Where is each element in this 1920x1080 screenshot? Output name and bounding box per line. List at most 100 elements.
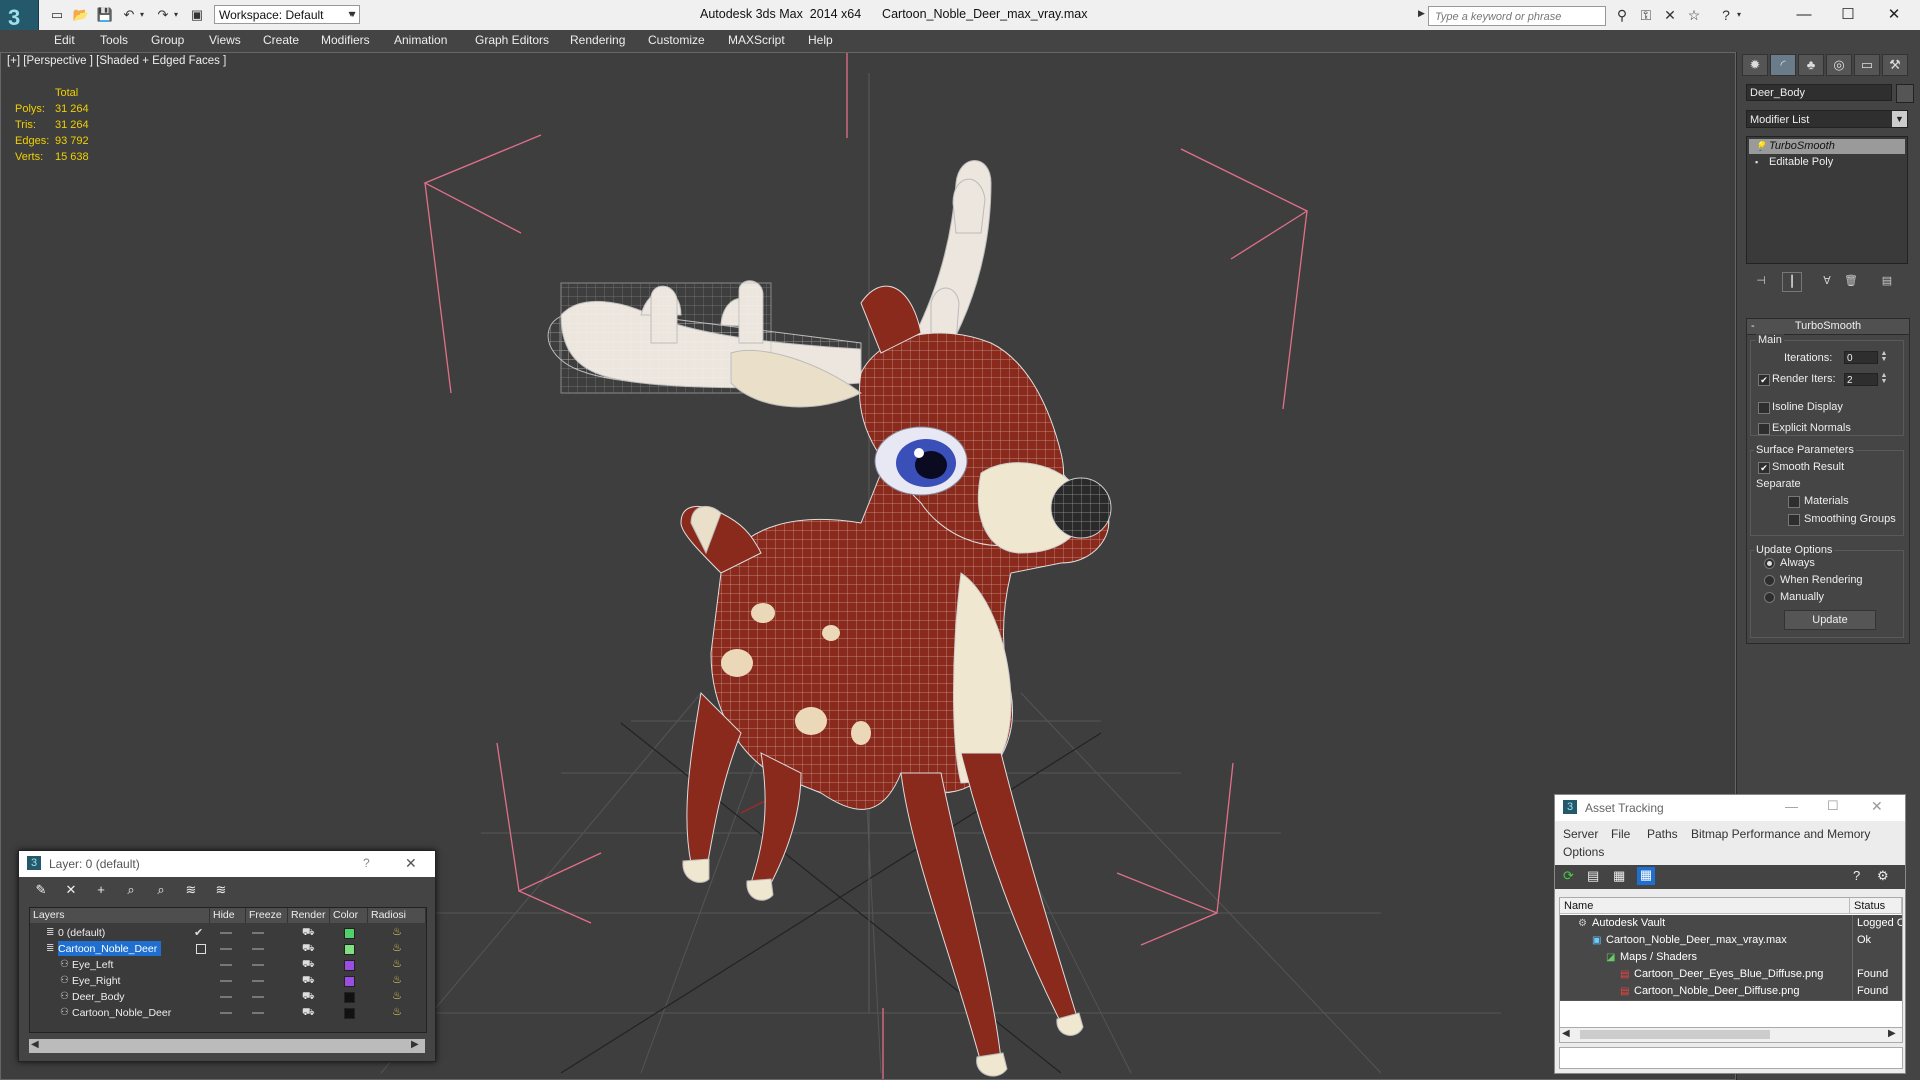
isoline-display-checkbox[interactable]	[1758, 402, 1770, 414]
column-header-freeze[interactable]: Freeze	[246, 908, 288, 923]
object-color-swatch[interactable]	[1896, 84, 1914, 103]
asset-row[interactable]: ◪ Maps / Shaders	[1560, 949, 1902, 967]
refresh-icon[interactable]: ⟳	[1563, 868, 1574, 884]
project-folder-icon[interactable]: ▣	[188, 7, 206, 23]
highlight-layer-icon[interactable]: ⌕	[151, 882, 171, 898]
hide-toggle[interactable]	[220, 932, 232, 934]
help-button[interactable]: ?	[363, 856, 370, 870]
scroll-right-icon[interactable]: ▶	[1888, 1028, 1896, 1039]
open-file-icon[interactable]: 📂	[72, 7, 90, 23]
redo-icon[interactable]: ↷	[154, 7, 172, 23]
freeze-toggle[interactable]	[252, 980, 264, 982]
pin-stack-icon[interactable]: ⊣	[1752, 272, 1770, 290]
undo-icon[interactable]: ↶	[120, 7, 138, 23]
radiosity-icon[interactable]: ♨	[390, 926, 404, 939]
render-teapot-icon[interactable]: ⛟	[302, 1005, 315, 1021]
modify-tab-icon[interactable]: ◜	[1770, 54, 1796, 76]
add-to-layer-icon[interactable]: +	[91, 882, 111, 898]
scroll-left-icon[interactable]: ◀	[1562, 1028, 1570, 1039]
hide-toggle[interactable]	[220, 948, 232, 950]
layer-row[interactable]: ⚇ Deer_Body ⛟ ♨	[30, 989, 426, 1005]
hide-toggle[interactable]	[220, 964, 232, 966]
menu-group[interactable]: Group	[151, 33, 184, 47]
menu-file[interactable]: File	[1611, 827, 1630, 841]
menu-graph-editors[interactable]: Graph Editors	[475, 33, 549, 47]
stack-item-turbosmooth[interactable]: 💡 TurboSmooth	[1749, 139, 1905, 154]
close-button[interactable]: ✕	[1872, 3, 1916, 27]
freeze-toggle[interactable]	[252, 948, 264, 950]
column-header-hide[interactable]: Hide	[210, 908, 246, 923]
menu-maxscript[interactable]: MAXScript	[728, 33, 785, 47]
show-end-result-icon[interactable]: ┃	[1782, 272, 1802, 292]
new-file-icon[interactable]: ▭	[48, 7, 66, 23]
render-teapot-icon[interactable]: ⛟	[302, 925, 315, 941]
layer-dialog-titlebar[interactable]: 3 Layer: 0 (default) ? ✕	[19, 851, 435, 878]
asset-tracking-titlebar[interactable]: 3 Asset Tracking — ☐ ✕	[1555, 795, 1905, 821]
freeze-toggle[interactable]	[252, 1012, 264, 1014]
save-file-icon[interactable]: 💾	[96, 7, 114, 23]
make-unique-icon[interactable]: ∀	[1818, 272, 1836, 290]
menu-paths[interactable]: Paths	[1647, 827, 1678, 841]
motion-tab-icon[interactable]: ◎	[1826, 54, 1852, 76]
spinner-arrows-icon[interactable]: ▲ ▼	[1880, 350, 1888, 364]
delete-layer-icon[interactable]: ✕	[61, 882, 81, 898]
menu-animation[interactable]: Animation	[394, 33, 447, 47]
lightbulb-icon[interactable]: 💡	[1755, 142, 1766, 151]
horizontal-scrollbar[interactable]: ◀ ▶	[29, 1039, 425, 1053]
maximize-button[interactable]: ☐	[1827, 798, 1839, 814]
column-header-name[interactable]: Name	[1560, 898, 1850, 914]
favorites-star-icon[interactable]: ☆	[1684, 6, 1704, 24]
menu-tools[interactable]: Tools	[100, 33, 128, 47]
configure-modifier-sets-icon[interactable]: ▤	[1878, 272, 1896, 290]
layer-name[interactable]: Deer_Body	[72, 989, 129, 1004]
current-layer-check-icon[interactable]: ✔	[194, 925, 203, 941]
layer-name[interactable]: Eye_Left	[72, 957, 117, 972]
layer-row[interactable]: ≣ Cartoon_Noble_Deer ⛟ ♨	[30, 941, 426, 957]
table-view-icon[interactable]: ▦	[1637, 867, 1655, 885]
radiosity-icon[interactable]: ♨	[390, 942, 404, 955]
hide-toggle[interactable]	[220, 980, 232, 982]
workspace-menu-icon[interactable]: ▾	[344, 7, 358, 23]
materials-checkbox[interactable]	[1788, 496, 1800, 508]
chevron-down-icon[interactable]: ▼	[1892, 111, 1907, 127]
layer-row[interactable]: ≣ 0 (default) ✔ ⛟ ♨	[30, 925, 426, 941]
asset-row[interactable]: ▤ Cartoon_Noble_Deer_Diffuse.png Found	[1560, 983, 1902, 1001]
list-view-icon[interactable]: ▤	[1587, 868, 1599, 884]
select-in-layer-icon[interactable]: ⌕	[121, 882, 141, 898]
radiosity-icon[interactable]: ♨	[390, 1006, 404, 1019]
undo-dropdown-icon[interactable]: ▾	[138, 7, 146, 23]
render-teapot-icon[interactable]: ⛟	[302, 941, 315, 957]
menu-help[interactable]: Help	[808, 33, 833, 47]
layer-row[interactable]: ⚇ Cartoon_Noble_Deer ⛟ ♨	[30, 1005, 426, 1021]
layer-color-swatch[interactable]	[344, 960, 355, 971]
modifier-list-dropdown[interactable]: Modifier List	[1746, 110, 1908, 128]
freeze-toggle[interactable]	[252, 932, 264, 934]
display-tab-icon[interactable]: ▭	[1854, 54, 1880, 76]
tree-view-icon[interactable]: ▦	[1613, 868, 1625, 884]
minimize-button[interactable]: —	[1785, 799, 1798, 814]
menu-server[interactable]: Server	[1563, 827, 1598, 841]
maximize-button[interactable]: ☐	[1826, 3, 1870, 27]
menu-bitmap-performance[interactable]: Bitmap Performance and Memory	[1691, 827, 1870, 841]
iterations-spinner[interactable]: 0	[1844, 351, 1878, 364]
remove-modifier-icon[interactable]: 🗑	[1842, 272, 1860, 290]
layer-color-swatch[interactable]	[344, 976, 355, 987]
layer-row[interactable]: ⚇ Eye_Left ⛟ ♨	[30, 957, 426, 973]
communication-icon[interactable]: ✕	[1660, 6, 1680, 24]
manually-radio[interactable]	[1764, 592, 1775, 603]
help-icon[interactable]: ?	[1853, 868, 1860, 883]
minimize-button[interactable]: —	[1782, 3, 1826, 27]
help-dropdown-icon[interactable]: ▾	[1734, 6, 1744, 24]
search-input[interactable]: Type a keyword or phrase	[1428, 6, 1606, 26]
column-header-layers[interactable]: Layers	[30, 908, 210, 923]
radiosity-icon[interactable]: ♨	[390, 974, 404, 987]
hide-toggle[interactable]	[220, 1012, 232, 1014]
freeze-toggle[interactable]	[252, 964, 264, 966]
asset-path-field[interactable]	[1559, 1047, 1903, 1069]
when-rendering-radio[interactable]	[1764, 575, 1775, 586]
set-current-box-icon[interactable]	[196, 944, 206, 954]
scroll-right-icon[interactable]: ▶	[411, 1039, 419, 1050]
column-header-color[interactable]: Color	[330, 908, 368, 923]
menu-options[interactable]: Options	[1563, 845, 1604, 859]
utilities-tab-icon[interactable]: ⚒	[1882, 54, 1908, 76]
